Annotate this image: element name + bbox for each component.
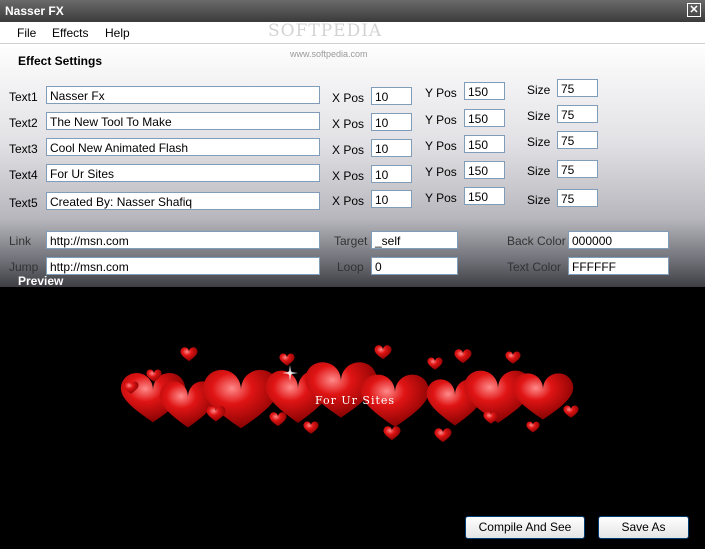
text5-xpos-label: X Pos	[332, 194, 365, 208]
heart-icon	[303, 421, 319, 434]
heart-icon	[563, 405, 579, 418]
text2-input[interactable]: The New Tool To Make	[46, 112, 320, 130]
heart-icon	[269, 412, 287, 427]
link-input[interactable]: http://msn.com	[46, 231, 320, 249]
text1-size-label: Size	[527, 83, 551, 97]
text3-label: Text3	[9, 142, 38, 156]
text3-ypos-input[interactable]: 150	[464, 135, 505, 153]
compile-and-see-button[interactable]: Compile And See	[465, 516, 585, 539]
back-color-label: Back Color	[507, 234, 566, 248]
heart-icon	[454, 349, 472, 364]
jump-input[interactable]: http://msn.com	[46, 257, 320, 275]
text5-ypos-input[interactable]: 150	[464, 187, 505, 205]
window-title: Nasser FX	[5, 4, 64, 18]
preview-area: For Ur Sites	[3, 287, 702, 515]
text4-ypos-input[interactable]: 150	[464, 161, 505, 179]
text1-size-input[interactable]: 75	[557, 79, 598, 97]
bottom-bar: Compile And See Save As	[0, 515, 705, 549]
text3-input[interactable]: Cool New Animated Flash	[46, 138, 320, 156]
text4-size-input[interactable]: 75	[557, 160, 598, 178]
text2-label: Text2	[9, 116, 38, 130]
app-window: Nasser FX ✕ File Effects Help Effect Set…	[0, 0, 705, 549]
softpedia-watermark-url: www.softpedia.com	[290, 49, 368, 59]
back-color-input[interactable]: 000000	[568, 231, 669, 249]
text-color-input[interactable]: FFFFFF	[568, 257, 669, 275]
menu-file[interactable]: File	[17, 26, 36, 40]
text1-ypos-label: Y Pos	[425, 86, 457, 100]
preview-text: For Ur Sites	[315, 394, 396, 407]
loop-input[interactable]: 0	[371, 257, 458, 275]
text5-size-input[interactable]: 75	[557, 189, 598, 207]
text2-ypos-label: Y Pos	[425, 113, 457, 127]
text3-size-input[interactable]: 75	[557, 131, 598, 149]
target-label: Target	[334, 234, 368, 248]
heart-icon	[526, 421, 540, 433]
text1-xpos-label: X Pos	[332, 91, 365, 105]
text3-xpos-input[interactable]: 10	[371, 139, 412, 157]
loop-label: Loop	[337, 260, 364, 274]
text2-size-input[interactable]: 75	[557, 105, 598, 123]
text4-size-label: Size	[527, 164, 551, 178]
close-button[interactable]: ✕	[687, 3, 701, 17]
text5-size-label: Size	[527, 193, 551, 207]
text2-ypos-input[interactable]: 150	[464, 109, 505, 127]
text1-ypos-input[interactable]: 150	[464, 82, 505, 100]
heart-icon	[374, 345, 392, 360]
jump-label: Jump	[9, 260, 39, 274]
heart-icon	[505, 351, 521, 364]
text1-xpos-input[interactable]: 10	[371, 87, 412, 105]
text1-label: Text1	[9, 90, 38, 104]
heart-icon	[383, 426, 401, 441]
link-label: Link	[9, 234, 32, 248]
text1-input[interactable]: Nasser Fx	[46, 86, 320, 104]
softpedia-watermark: SOFTPEDIA	[268, 21, 383, 41]
text3-size-label: Size	[527, 135, 551, 149]
menu-effects[interactable]: Effects	[52, 26, 88, 40]
close-icon: ✕	[689, 4, 699, 16]
heart-icon	[512, 373, 574, 420]
text5-label: Text5	[9, 196, 38, 210]
text4-input[interactable]: For Ur Sites	[46, 164, 320, 182]
heart-icon	[279, 353, 295, 366]
effect-settings-panel: Effect Settings Text1 Nasser Fx X Pos 10…	[0, 44, 705, 287]
save-as-button[interactable]: Save As	[598, 516, 689, 539]
text5-xpos-input[interactable]: 10	[371, 190, 412, 208]
heart-icon	[180, 347, 198, 362]
title-bar: Nasser FX ✕	[0, 0, 705, 22]
text-color-label: Text Color	[507, 260, 562, 274]
text2-size-label: Size	[527, 109, 551, 123]
target-input[interactable]: _self	[371, 231, 458, 249]
text2-xpos-label: X Pos	[332, 117, 365, 131]
heart-icon	[427, 357, 443, 370]
text4-ypos-label: Y Pos	[425, 165, 457, 179]
text4-xpos-label: X Pos	[332, 169, 365, 183]
text2-xpos-input[interactable]: 10	[371, 113, 412, 131]
menu-help[interactable]: Help	[105, 26, 130, 40]
effect-settings-title: Effect Settings	[18, 54, 103, 68]
text5-ypos-label: Y Pos	[425, 191, 457, 205]
text5-input[interactable]: Created By: Nasser Shafiq	[46, 192, 320, 210]
heart-icon	[434, 428, 452, 443]
text4-label: Text4	[9, 168, 38, 182]
text4-xpos-input[interactable]: 10	[371, 165, 412, 183]
text3-ypos-label: Y Pos	[425, 139, 457, 153]
text3-xpos-label: X Pos	[332, 143, 365, 157]
preview-title: Preview	[18, 274, 64, 288]
